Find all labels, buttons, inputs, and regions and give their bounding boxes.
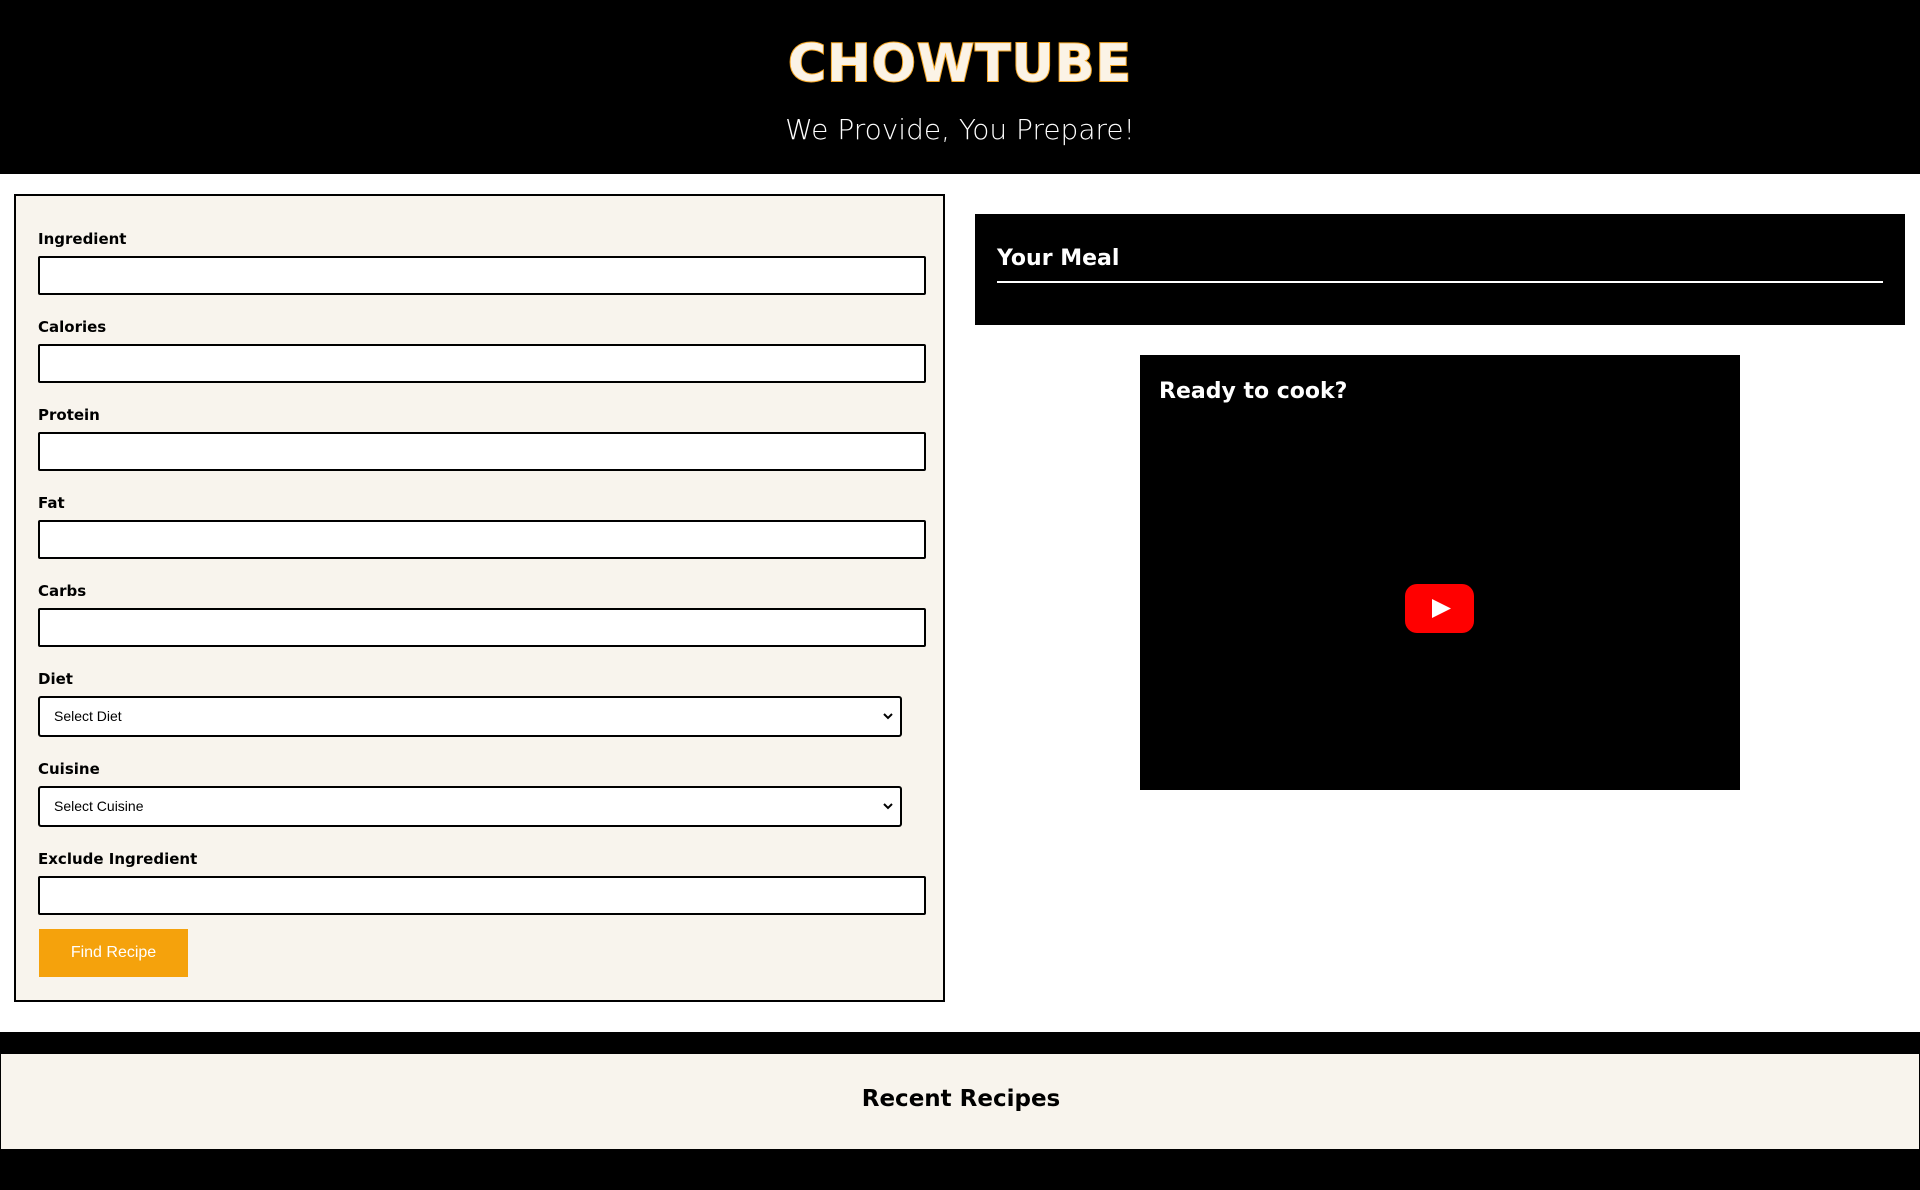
calories-input[interactable] — [38, 344, 926, 383]
ingredient-input[interactable] — [38, 256, 926, 295]
carbs-label: Carbs — [38, 582, 87, 600]
cuisine-select-value: Select Cuisine — [54, 798, 144, 814]
divider — [997, 281, 1883, 283]
footer-section: Recent Recipes — [0, 1032, 1920, 1190]
recent-recipes-title: Recent Recipes — [861, 1086, 1061, 1112]
calories-label: Calories — [38, 318, 107, 336]
brand-logo: CHOWTUBE — [787, 33, 1133, 95]
cuisine-select[interactable]: Select Cuisine — [38, 786, 902, 827]
ingredient-label: Ingredient — [38, 230, 127, 248]
protein-input[interactable] — [38, 432, 926, 471]
diet-label: Diet — [38, 670, 73, 688]
youtube-play-icon[interactable] — [1405, 584, 1474, 633]
diet-select[interactable]: Select Diet — [38, 696, 902, 737]
tagline: We Provide, You Prepare! — [785, 113, 1135, 146]
carbs-input[interactable] — [38, 608, 926, 647]
exclude-ingredient-input[interactable] — [38, 876, 926, 915]
video-player[interactable]: Ready to cook? — [1140, 355, 1740, 790]
your-meal-title: Your Meal — [997, 246, 1120, 271]
protein-label: Protein — [38, 406, 100, 424]
recent-recipes-panel: Recent Recipes — [0, 1053, 1920, 1150]
chevron-down-icon — [883, 713, 893, 720]
chevron-down-icon — [883, 803, 893, 810]
video-title[interactable]: Ready to cook? — [1159, 379, 1347, 404]
fat-label: Fat — [38, 494, 65, 512]
cuisine-label: Cuisine — [38, 760, 100, 778]
recipe-search-form: Ingredient Calories Protein Fat Carbs Di… — [14, 194, 945, 1002]
find-recipe-button[interactable]: Find Recipe — [39, 929, 188, 977]
your-meal-panel: Your Meal — [975, 214, 1905, 325]
site-header: CHOWTUBE We Provide, You Prepare! — [0, 0, 1920, 174]
exclude-ingredient-label: Exclude Ingredient — [38, 850, 198, 868]
fat-input[interactable] — [38, 520, 926, 559]
diet-select-value: Select Diet — [54, 708, 122, 724]
